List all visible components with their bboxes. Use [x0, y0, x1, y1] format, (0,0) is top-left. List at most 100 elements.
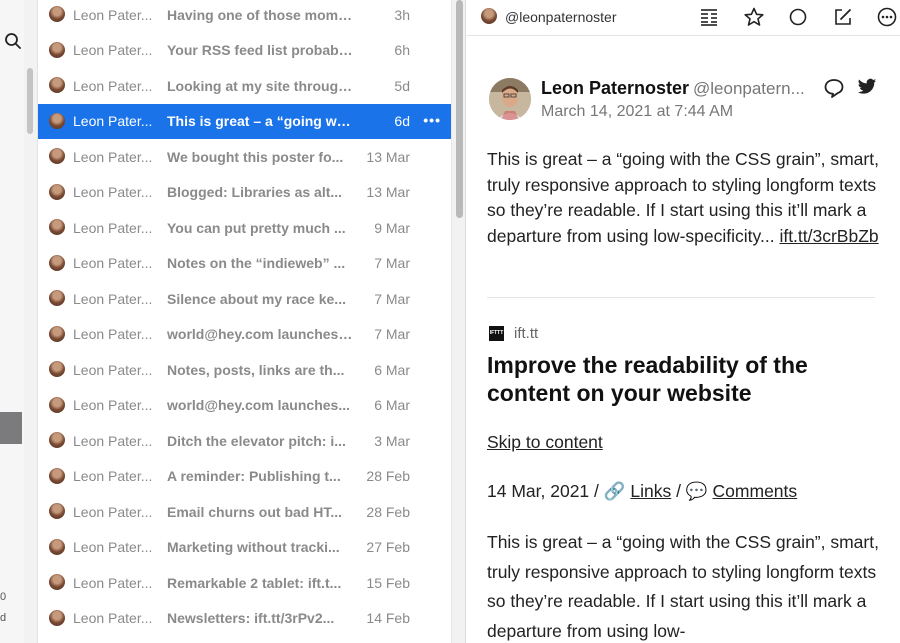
row-author: Leon Pater... [73, 113, 153, 129]
timeline-row[interactable]: Leon Pater... Your RSS feed list probably… [38, 33, 451, 68]
timeline-row[interactable]: Leon Pater... Having one of those moment.… [38, 0, 451, 32]
avatar [49, 361, 65, 377]
row-date: 14 Feb [366, 610, 410, 626]
detail-toolbar: @leonpaternoster [467, 0, 900, 36]
row-title: world@hey.com launches ... [167, 326, 353, 342]
timeline-row[interactable]: Leon Pater... Ditch the elevator pitch: i… [38, 423, 451, 458]
timeline-row[interactable]: Leon Pater... This is great – a “going wi… [38, 103, 451, 139]
row-title: Looking at my site through ti... [167, 77, 353, 94]
link-icon: 🔗 [603, 481, 626, 501]
links-link[interactable]: Links [630, 481, 671, 501]
avatar [49, 112, 65, 129]
avatar [49, 290, 65, 306]
divider [487, 297, 875, 298]
avatar [49, 148, 65, 164]
timeline-row[interactable]: Leon Pater... Notes on the “indieweb” ...… [38, 246, 451, 281]
search-icon[interactable] [4, 32, 22, 50]
row-author: Leon Pater... [73, 255, 153, 271]
row-author: Leon Pater... [73, 219, 153, 236]
row-title: Newsletters: ift.tt/3rPv2... [167, 610, 335, 626]
row-date: 6h [394, 42, 410, 58]
row-date: 7 Mar [374, 290, 410, 307]
timeline-row[interactable]: Leon Pater... world@hey.com launches... 6 … [38, 388, 451, 423]
author-handle[interactable]: @leonpatern... [693, 79, 809, 99]
avatar [49, 574, 65, 590]
timeline-scrollbar[interactable] [451, 0, 466, 643]
timeline-row[interactable]: Leon Pater... Silence about my race ke...… [38, 281, 451, 316]
row-date: 6 Mar [374, 397, 410, 413]
row-title: Your RSS feed list probably ... [167, 42, 353, 58]
timeline-row[interactable]: Leon Pater... Looking at my site through … [38, 68, 451, 103]
row-title: We bought this poster fo... [167, 148, 344, 165]
timeline-row[interactable]: Leon Pater... A reminder: Publishing t...… [38, 459, 451, 494]
avatar [49, 432, 65, 448]
row-date: 28 Feb [366, 503, 410, 520]
timeline-row[interactable]: Leon Pater... We bought this poster fo...… [38, 139, 451, 174]
star-icon[interactable] [743, 6, 765, 28]
timeline-row[interactable]: Leon Pater... You can put pretty much ...… [38, 210, 451, 245]
row-date: 9 Mar [374, 219, 410, 236]
post-link[interactable]: ift.tt/3crBbZb [779, 226, 878, 246]
row-author: Leon Pater... [73, 468, 153, 484]
timeline-row[interactable]: Leon Pater... Blogged: Libraries as alt..… [38, 175, 451, 210]
avatar [49, 41, 65, 58]
row-title: A reminder: Publishing t... [167, 468, 341, 484]
avatar [49, 183, 65, 200]
toolbar-handle[interactable]: @leonpaternoster [505, 9, 617, 25]
sidebar: 0 d [0, 0, 24, 643]
comments-link[interactable]: Comments [713, 481, 798, 501]
author-photo [489, 78, 531, 120]
row-author: Leon Pater... [73, 539, 153, 555]
row-author: Leon Pater... [73, 42, 153, 58]
timeline-row[interactable]: Leon Pater... Newsletters: ift.tt/3rPv2..… [38, 601, 451, 636]
sidebar-scrollbar[interactable] [24, 0, 38, 643]
row-author: Leon Pater... [73, 184, 153, 200]
twitter-icon[interactable] [857, 78, 877, 96]
avatar [49, 254, 65, 271]
row-date: 5d [394, 77, 410, 94]
article-title: Improve the readability of the content o… [487, 352, 808, 406]
skip-to-content-link[interactable]: Skip to content [487, 432, 603, 453]
timeline-row[interactable]: Leon Pater... world@hey.com launches ... 7… [38, 317, 451, 352]
avatar [49, 609, 65, 626]
circle-icon[interactable] [787, 6, 809, 28]
avatar [49, 538, 65, 555]
reader-view-icon[interactable] [698, 6, 720, 28]
author-avatar[interactable] [489, 78, 531, 120]
row-date: 6d [394, 113, 410, 129]
row-date: 3 Mar [374, 432, 410, 449]
sidebar-selected-item[interactable] [0, 412, 22, 444]
timeline-row[interactable]: Leon Pater... Remarkable 2 tablet: ift.t.… [38, 565, 451, 600]
row-title: world@hey.com launches... [167, 397, 350, 413]
row-author: Leon Pater... [73, 503, 153, 520]
row-title: Having one of those moment... [167, 6, 353, 23]
article-body: This is great – a “going with the CSS gr… [487, 532, 879, 641]
more-icon[interactable] [876, 6, 898, 28]
avatar [49, 325, 65, 342]
avatar [49, 467, 65, 484]
timeline-row[interactable]: Leon Pater... Marketing without tracki...… [38, 530, 451, 565]
compose-icon[interactable] [832, 6, 854, 28]
timeline-list: Leon Pater... Having one of those moment.… [38, 0, 451, 643]
row-more-icon[interactable]: ••• [423, 112, 441, 128]
sidebar-scrollbar-thumb[interactable] [27, 68, 33, 134]
timeline-scrollbar-thumb[interactable] [456, 0, 463, 218]
row-author: Leon Pater... [73, 326, 153, 342]
avatar [49, 396, 65, 413]
reply-icon[interactable] [823, 77, 845, 99]
row-author: Leon Pater... [73, 6, 153, 23]
source-name[interactable]: ift.tt [514, 325, 538, 342]
row-date: 6 Mar [374, 361, 410, 378]
article-meta: 14 Mar, 2021 / 🔗 Links / 💬 Comments [487, 481, 797, 502]
row-title: You can put pretty much ... [167, 219, 346, 236]
row-author: Leon Pater... [73, 361, 153, 378]
author-name[interactable]: Leon Paternoster [541, 78, 689, 99]
row-author: Leon Pater... [73, 290, 153, 307]
avatar [49, 503, 65, 519]
timeline-row[interactable]: Leon Pater... Notes, posts, links are th.… [38, 352, 451, 387]
sidebar-text-fragment: d [0, 612, 7, 624]
row-title: Silence about my race ke... [167, 290, 346, 307]
row-date: 7 Mar [374, 255, 410, 271]
row-title: Ditch the elevator pitch: i... [167, 432, 346, 449]
timeline-row[interactable]: Leon Pater... Email churns out bad HT... 2… [38, 494, 451, 529]
